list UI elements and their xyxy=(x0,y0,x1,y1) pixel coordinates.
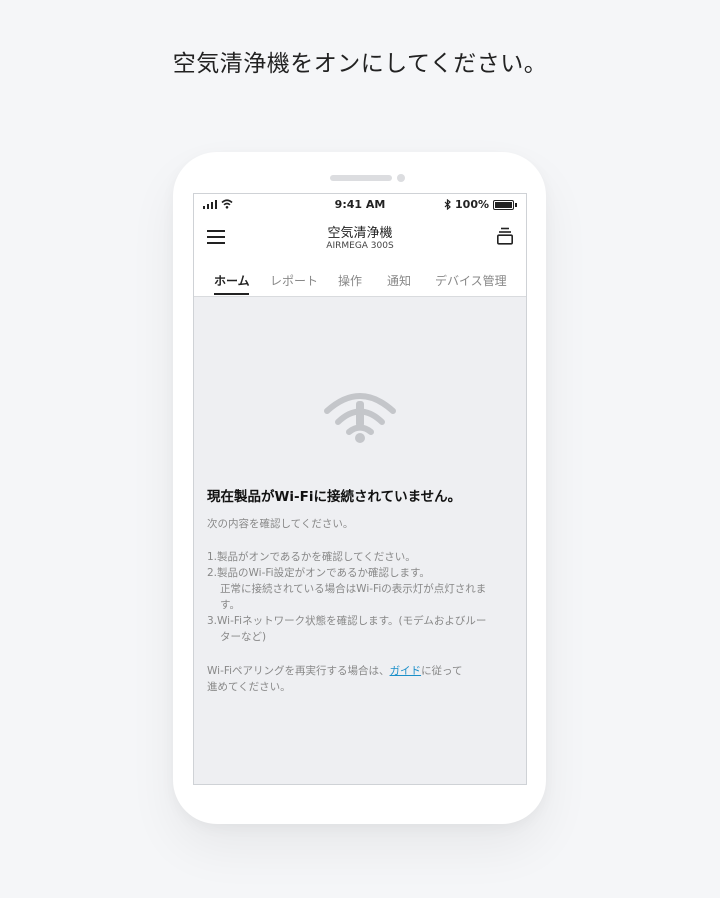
wifi-exclamation-icon xyxy=(324,393,396,443)
app-header: 空気清浄機 AIRMEGA 300S xyxy=(194,216,526,260)
header-title: 空気清浄機 xyxy=(327,226,393,241)
pairing-suffix: に従って xyxy=(421,665,463,677)
check-step-3-cont: ターなど) xyxy=(220,631,267,643)
tab-home[interactable]: ホーム xyxy=(214,272,250,289)
phone-mockup: 9:41 AM 100% 空気清浄機 AIRMEGA 300S ホーム レポート… xyxy=(173,152,546,824)
page-heading: 空気清浄機をオンにしてください。 xyxy=(172,51,548,77)
active-tab-indicator xyxy=(214,293,249,295)
check-step-3: 3.Wi-Fiネットワーク状態を確認します。(モデムおよびルー xyxy=(207,615,487,627)
status-right: 100% xyxy=(444,198,517,211)
phone-camera xyxy=(397,174,405,182)
pairing-prefix: Wi-Fiペアリングを再実行する場合は、 xyxy=(207,665,390,677)
status-bar: 9:41 AM 100% xyxy=(194,194,526,216)
phone-speaker xyxy=(330,175,392,181)
tab-report[interactable]: レポート xyxy=(270,272,318,289)
error-panel: 現在製品がWi-Fiに接続されていません。 次の内容を確認してください。 1.製… xyxy=(194,297,526,784)
pairing-instructions: Wi-Fiペアリングを再実行する場合は、ガイドに従って xyxy=(207,663,517,679)
check-step-2: 2.製品のWi-Fi設定がオンであるか確認します。 xyxy=(207,567,430,579)
tab-device-management[interactable]: デバイス管理 xyxy=(435,272,507,289)
error-title: 現在製品がWi-Fiに接続されていません。 xyxy=(207,489,462,505)
tab-bar: ホーム レポート 操作 通知 デバイス管理 xyxy=(194,264,526,297)
phone-screen: 9:41 AM 100% 空気清浄機 AIRMEGA 300S ホーム レポート… xyxy=(193,193,527,785)
tab-control[interactable]: 操作 xyxy=(338,272,362,289)
guide-link[interactable]: ガイド xyxy=(390,665,422,677)
check-step-2-note-cont: す。 xyxy=(220,599,240,611)
battery-percent: 100% xyxy=(455,198,489,211)
bluetooth-icon xyxy=(444,199,451,210)
battery-icon xyxy=(493,199,514,210)
check-step-1: 1.製品がオンであるかを確認してください。 xyxy=(207,551,416,563)
check-intro: 次の内容を確認してください。 xyxy=(207,518,354,530)
check-step-2-note: 正常に接続されている場合はWi-Fiの表示灯が点灯されま xyxy=(220,583,487,595)
stacked-device-icon[interactable] xyxy=(496,227,514,245)
pairing-instructions-line2: 進めてください。 xyxy=(207,681,291,693)
tab-notifications[interactable]: 通知 xyxy=(387,272,411,289)
header-subtitle: AIRMEGA 300S xyxy=(326,241,394,251)
